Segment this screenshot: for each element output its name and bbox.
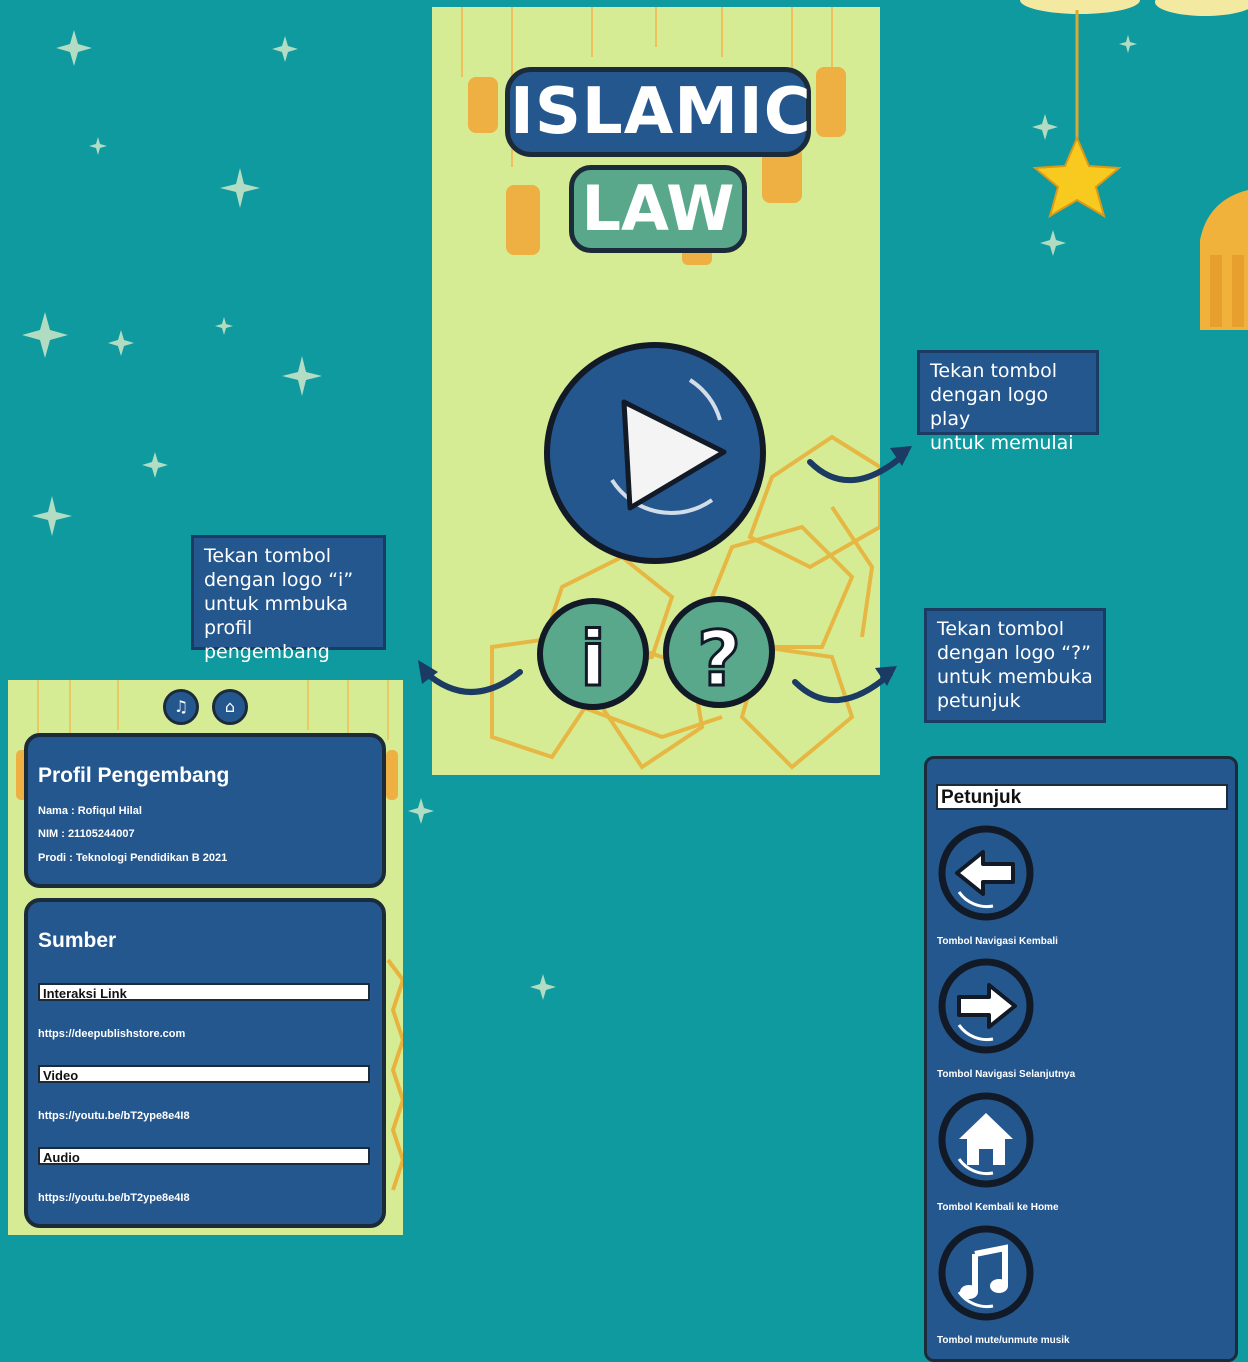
sources-card: Sumber Interaksi Link https://deepublish… xyxy=(24,898,386,1228)
music-button[interactable]: ♫ xyxy=(163,689,199,725)
source-url-audio[interactable]: https://youtu.be/bT2ype8e4I8 xyxy=(38,1192,190,1204)
home-icon: ⌂ xyxy=(224,697,236,716)
sources-title: Sumber xyxy=(38,929,117,952)
home-button[interactable]: ⌂ xyxy=(212,689,248,725)
source-label-video: Video xyxy=(38,1065,370,1083)
help-title: Petunjuk xyxy=(936,784,1228,810)
source-url-video[interactable]: https://youtu.be/bT2ype8e4I8 xyxy=(38,1110,190,1122)
source-label-link: Interaksi Link xyxy=(38,983,370,1001)
source-url-link[interactable]: https://deepublishstore.com xyxy=(38,1028,185,1040)
help-screen: Petunjuk Tombol Navigasi Kembali Tombol … xyxy=(924,756,1238,1362)
help-caption-next: Tombol Navigasi Selanjutnya xyxy=(937,1069,1076,1080)
profile-prodi: Prodi : Teknologi Pendidikan B 2021 xyxy=(38,852,228,864)
profile-title: Profil Pengembang xyxy=(38,764,230,787)
music-note-icon[interactable] xyxy=(937,1224,1035,1322)
help-caption-music: Tombol mute/unmute musik xyxy=(937,1335,1070,1346)
music-note-icon: ♫ xyxy=(173,697,189,716)
profile-card: Profil Pengembang Nama : Rofiqul Hilal N… xyxy=(24,733,386,888)
source-label-audio: Audio xyxy=(38,1147,370,1165)
profile-nim: NIM : 21105244007 xyxy=(38,828,135,840)
profile-nama: Nama : Rofiqul Hilal xyxy=(38,805,142,817)
home-icon[interactable] xyxy=(937,1091,1035,1189)
profile-screen: ♫ ⌂ Profil Pengembang Nama : Rofiqul Hil… xyxy=(8,680,403,1235)
arrow-left-icon[interactable] xyxy=(937,824,1035,922)
help-caption-back: Tombol Navigasi Kembali xyxy=(937,936,1058,947)
arrow-right-icon[interactable] xyxy=(937,957,1035,1055)
help-caption-home: Tombol Kembali ke Home xyxy=(937,1202,1059,1213)
